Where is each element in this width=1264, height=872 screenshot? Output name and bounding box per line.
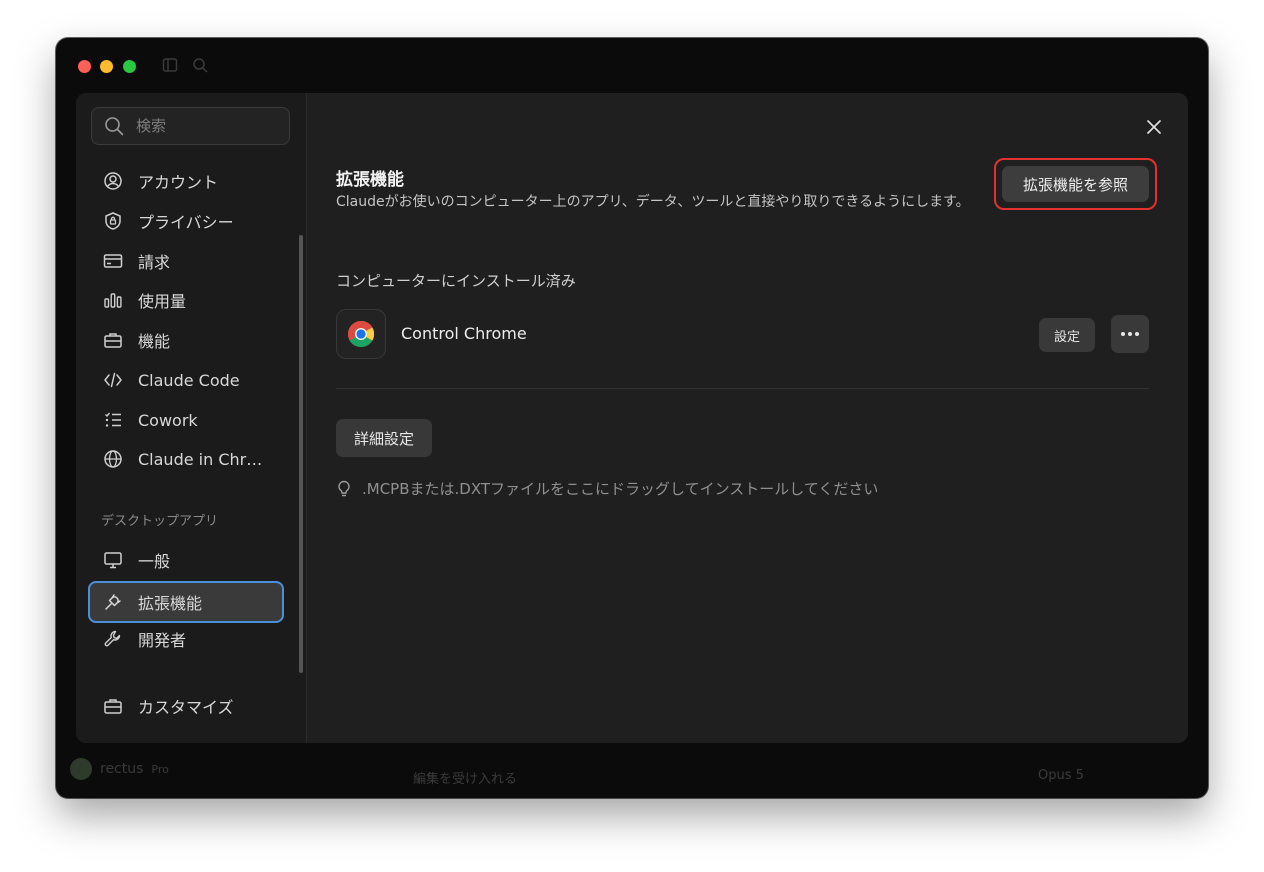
extension-row: Control Chrome 設定 bbox=[336, 309, 1149, 361]
window-minimize-button[interactable] bbox=[100, 60, 113, 73]
sidebar-item-label: カスタマイズ bbox=[138, 698, 234, 717]
monitor-icon bbox=[102, 549, 124, 571]
background-plan: Pro bbox=[151, 762, 169, 776]
avatar bbox=[70, 758, 92, 780]
section-label-desktop-app: デスクトップアプリ bbox=[101, 514, 219, 529]
sidebar-item-label: アカウント bbox=[138, 173, 219, 192]
search-icon bbox=[105, 117, 124, 136]
toolbox-icon bbox=[102, 329, 124, 351]
sidebar-item-cowork[interactable]: Cowork bbox=[88, 402, 284, 438]
bar-chart-icon bbox=[102, 289, 124, 311]
background-user-name: rectus bbox=[100, 761, 144, 777]
globe-icon bbox=[102, 448, 124, 470]
page-title: 拡張機能 bbox=[336, 170, 404, 190]
sidebar-item-developer[interactable]: 開発者 bbox=[88, 621, 284, 657]
more-options-button[interactable] bbox=[1111, 315, 1149, 353]
drag-drop-hint: .MCPBまたは.DXTファイルをここにドラッグしてインストールしてください bbox=[336, 478, 878, 499]
plug-icon bbox=[102, 591, 124, 613]
sidebar-item-extensions[interactable]: 拡張機能 bbox=[88, 581, 284, 623]
chrome-icon bbox=[336, 309, 386, 359]
sidebar-item-label: 一般 bbox=[138, 552, 171, 571]
sidebar-item-label: 開発者 bbox=[138, 631, 187, 650]
checklist-icon bbox=[102, 409, 124, 431]
sidebar-item-label: 請求 bbox=[138, 253, 171, 272]
divider bbox=[336, 388, 1149, 389]
sidebar-toggle-icon[interactable] bbox=[162, 57, 178, 77]
sidebar-item-account[interactable]: アカウント bbox=[88, 163, 284, 199]
advanced-settings-button[interactable]: 詳細設定 bbox=[336, 419, 432, 457]
browse-extensions-button[interactable]: 拡張機能を参照 bbox=[1002, 166, 1149, 202]
settings-sidebar: アカウント プライバシー 請求 使用量 機能 Claude Code bbox=[76, 93, 307, 743]
sidebar-item-label: Claude in Chr… bbox=[138, 449, 263, 469]
sidebar-item-billing[interactable]: 請求 bbox=[88, 243, 284, 279]
sidebar-item-label: 拡張機能 bbox=[138, 594, 203, 613]
app-window: rectus Pro 編集を受け入れる Opus 5 アカウント プライバシー … bbox=[56, 38, 1208, 798]
window-zoom-button[interactable] bbox=[123, 60, 136, 73]
installed-heading: コンピューターにインストール済み bbox=[336, 272, 576, 290]
sidebar-item-label: Claude Code bbox=[138, 370, 240, 390]
extension-name: Control Chrome bbox=[401, 324, 527, 343]
sidebar-item-label: 機能 bbox=[138, 332, 171, 351]
sidebar-item-privacy[interactable]: プライバシー bbox=[88, 203, 284, 239]
close-icon bbox=[1147, 120, 1161, 134]
sidebar-item-label: 使用量 bbox=[138, 292, 187, 311]
hint-text: .MCPBまたは.DXTファイルをここにドラッグしてインストールしてください bbox=[362, 480, 879, 498]
titlebar-search-icon[interactable] bbox=[192, 57, 208, 77]
sidebar-item-general[interactable]: 一般 bbox=[88, 542, 284, 578]
sidebar-item-claude-code[interactable]: Claude Code bbox=[88, 362, 284, 398]
background-model: Opus 5 bbox=[1038, 768, 1084, 783]
background-input: 編集を受け入れる Opus 5 bbox=[408, 743, 1198, 798]
extensions-panel: 拡張機能 Claudeがお使いのコンピューター上のアプリ、データ、ツールと直接や… bbox=[307, 93, 1188, 743]
page-description: Claudeがお使いのコンピューター上のアプリ、データ、ツールと直接やり取りでき… bbox=[336, 194, 970, 210]
credit-card-icon bbox=[102, 250, 124, 272]
sidebar-scrollbar[interactable] bbox=[299, 235, 303, 673]
code-icon bbox=[102, 369, 124, 391]
close-button[interactable] bbox=[1144, 117, 1164, 137]
background-input-placeholder: 編集を受け入れる bbox=[413, 772, 518, 787]
wrench-icon bbox=[102, 628, 124, 650]
sidebar-item-usage[interactable]: 使用量 bbox=[88, 282, 284, 318]
window-close-button[interactable] bbox=[78, 60, 91, 73]
background-user: rectus Pro bbox=[70, 758, 169, 780]
lightbulb-icon bbox=[338, 480, 350, 496]
search-input[interactable] bbox=[134, 116, 278, 136]
user-circle-icon bbox=[102, 170, 124, 192]
search-box[interactable] bbox=[91, 107, 290, 145]
sidebar-item-customize[interactable]: カスタマイズ bbox=[88, 688, 284, 724]
briefcase-icon bbox=[102, 695, 124, 717]
sidebar-item-claude-in-chrome[interactable]: Claude in Chr… bbox=[88, 441, 284, 477]
sidebar-item-features[interactable]: 機能 bbox=[88, 322, 284, 358]
settings-dialog: アカウント プライバシー 請求 使用量 機能 Claude Code bbox=[76, 93, 1188, 743]
sidebar-item-label: Cowork bbox=[138, 410, 198, 430]
ellipsis-icon bbox=[1121, 332, 1139, 336]
shield-lock-icon bbox=[102, 210, 124, 232]
sidebar-item-label: プライバシー bbox=[138, 213, 234, 232]
extension-settings-button[interactable]: 設定 bbox=[1039, 318, 1095, 352]
